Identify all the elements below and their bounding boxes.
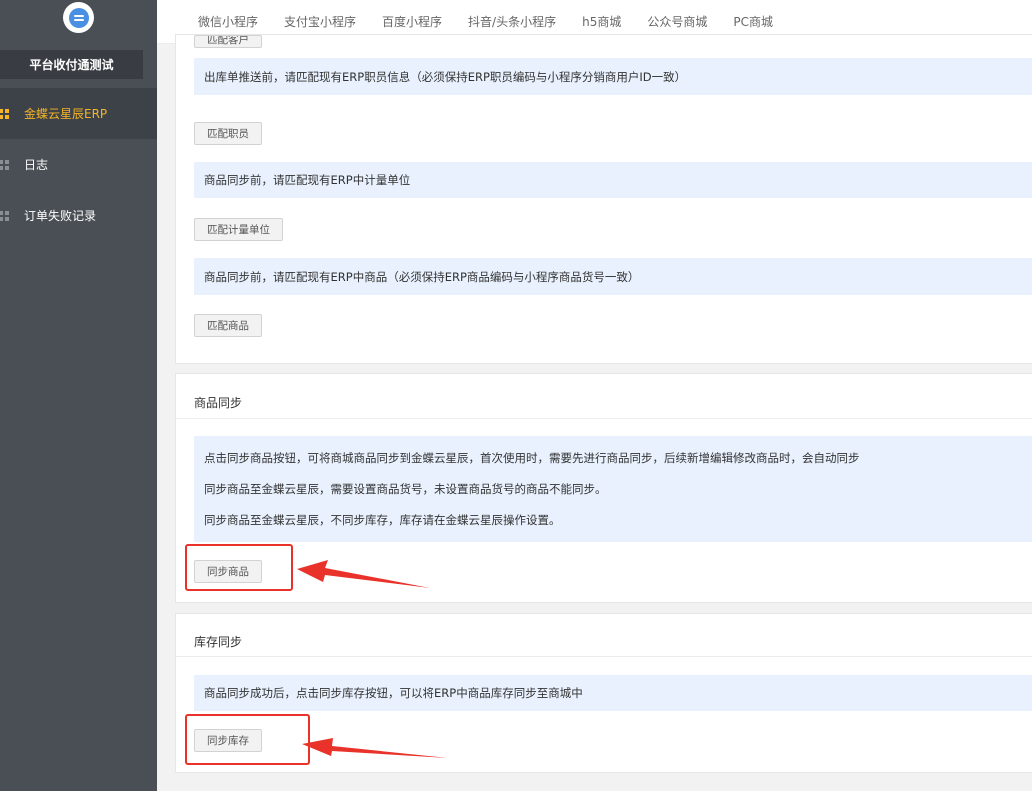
sidebar: 平台收付通测试 金蝶云星辰ERP 日志 订单失败记录 [0, 0, 157, 791]
goods-sync-notes: 点击同步商品按钮，可将商城商品同步到金蝶云星辰，首次使用时，需要先进行商品同步，… [194, 436, 1032, 542]
grid-icon [0, 210, 9, 221]
sidebar-item-erp[interactable]: 金蝶云星辰ERP [0, 88, 157, 139]
sidebar-item-failed-orders[interactable]: 订单失败记录 [0, 190, 157, 241]
highlight-box [185, 544, 293, 591]
grid-icon [0, 108, 9, 119]
match-customer-button[interactable]: 匹配客户 [194, 35, 262, 48]
stock-sync-title: 库存同步 [194, 635, 243, 649]
annotation-arrow-icon [302, 738, 448, 758]
tab-alipay-mini[interactable]: 支付宝小程序 [284, 13, 356, 30]
notice-goods: 商品同步前，请匹配现有ERP中商品（必须保持ERP商品编码与小程序商品货号一致） [194, 258, 1032, 295]
stock-sync-note: 商品同步成功后，点击同步库存按钮，可以将ERP中商品库存同步至商城中 [194, 675, 1032, 711]
tab-wechat-mini[interactable]: 微信小程序 [198, 13, 258, 30]
divider [176, 418, 1032, 419]
sidebar-item-log[interactable]: 日志 [0, 139, 157, 190]
app-logo-icon [63, 2, 94, 33]
match-staff-button[interactable]: 匹配职员 [194, 122, 262, 145]
tab-douyin-mini[interactable]: 抖音/头条小程序 [468, 13, 556, 30]
store-name: 平台收付通测试 [0, 50, 143, 79]
highlight-box [185, 714, 310, 765]
match-goods-button[interactable]: 匹配商品 [194, 314, 262, 337]
goods-sync-note: 点击同步商品按钮，可将商城商品同步到金蝶云星辰，首次使用时，需要先进行商品同步，… [204, 451, 860, 465]
grid-icon [0, 159, 9, 170]
goods-sync-note: 同步商品至金蝶云星辰，需要设置商品货号，未设置商品货号的商品不能同步。 [204, 482, 607, 496]
annotation-arrow-icon [297, 560, 430, 588]
sidebar-menu: 金蝶云星辰ERP 日志 订单失败记录 [0, 88, 157, 241]
tab-official-account-mall[interactable]: 公众号商城 [647, 13, 707, 30]
match-card: 匹配客户 出库单推送前，请匹配现有ERP职员信息（必须保持ERP职员编码与小程序… [175, 34, 1032, 364]
sidebar-item-label: 金蝶云星辰ERP [24, 107, 108, 121]
tab-h5-mall[interactable]: h5商城 [582, 13, 621, 30]
logo-area [0, 0, 157, 46]
match-unit-button[interactable]: 匹配计量单位 [194, 218, 283, 241]
main-content: 匹配客户 出库单推送前，请匹配现有ERP职员信息（必须保持ERP职员编码与小程序… [157, 34, 1032, 791]
sidebar-item-label: 订单失败记录 [24, 209, 97, 223]
tab-baidu-mini[interactable]: 百度小程序 [382, 13, 442, 30]
goods-sync-title: 商品同步 [194, 396, 243, 410]
divider [176, 656, 1032, 657]
notice-unit: 商品同步前，请匹配现有ERP中计量单位 [194, 162, 1032, 198]
notice-staff: 出库单推送前，请匹配现有ERP职员信息（必须保持ERP职员编码与小程序分销商用户… [194, 58, 1032, 95]
goods-sync-note: 同步商品至金蝶云星辰，不同步库存，库存请在金蝶云星辰操作设置。 [204, 513, 561, 527]
sidebar-item-label: 日志 [24, 158, 49, 172]
tab-pc-mall[interactable]: PC商城 [733, 13, 773, 30]
